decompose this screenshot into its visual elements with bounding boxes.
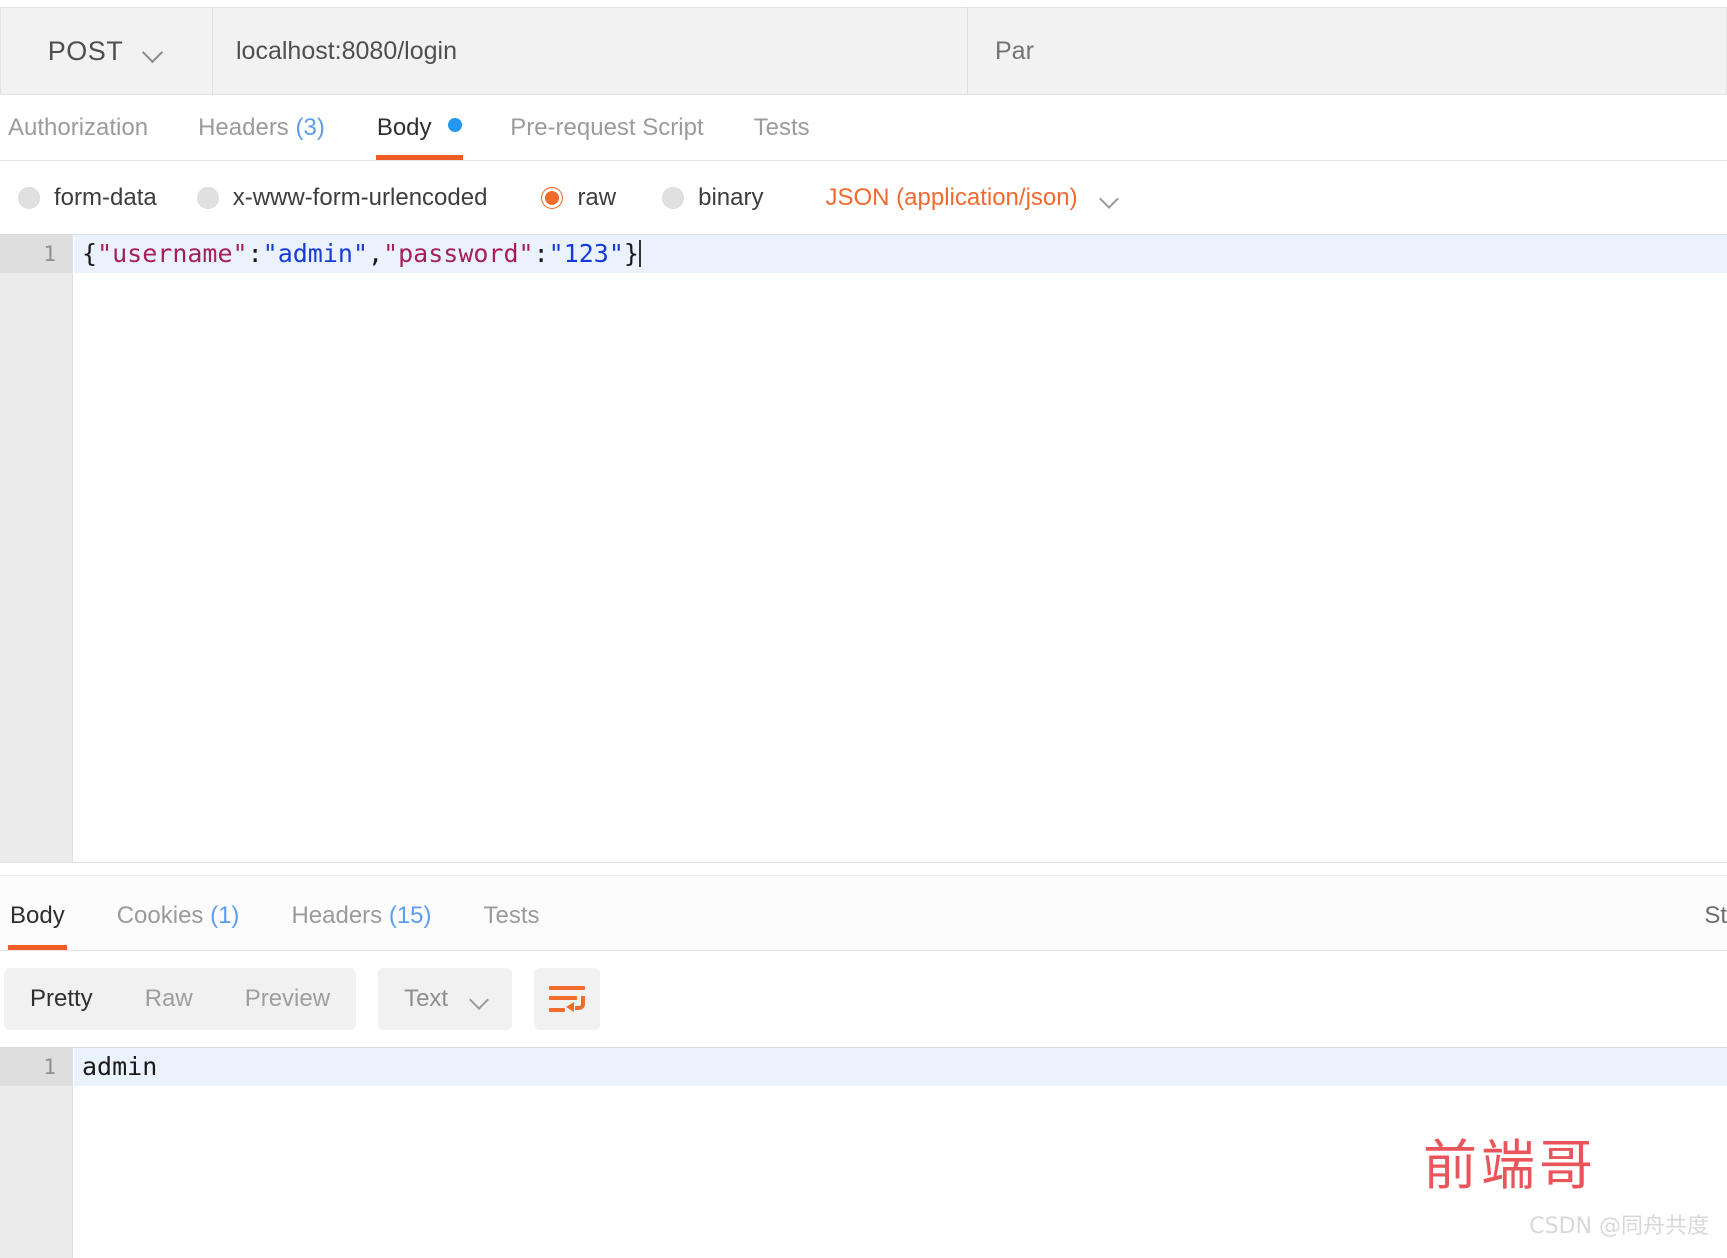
body-mode-row: form-data x-www-form-urlencoded raw bina… — [0, 161, 1727, 234]
request-tab-bar: Authorization Headers (3) Body Pre-reque… — [0, 95, 1727, 161]
http-method-selector[interactable]: POST — [0, 7, 212, 95]
view-mode-pretty[interactable]: Pretty — [4, 968, 119, 1030]
response-format-label: Text — [404, 985, 449, 1012]
request-editor-code-area[interactable]: {"username":"admin","password":"123"} — [74, 235, 1727, 862]
request-line-number: 1 — [0, 235, 72, 273]
tab-pre-request-script-label: Pre-request Script — [510, 114, 704, 141]
view-mode-raw[interactable]: Raw — [119, 968, 219, 1030]
response-view-mode-group: Pretty Raw Preview — [4, 968, 357, 1030]
watermark-main: 前端哥 — [1423, 1134, 1597, 1197]
panel-splitter[interactable] — [0, 862, 1727, 876]
chevron-down-icon — [470, 993, 490, 1005]
params-button[interactable]: Par — [968, 7, 1727, 95]
response-tab-tests[interactable]: Tests — [484, 902, 540, 950]
body-mode-urlencoded[interactable]: x-www-form-urlencoded — [196, 183, 488, 212]
response-tab-body[interactable]: Body — [8, 902, 67, 950]
tab-tests-label: Tests — [753, 114, 810, 141]
response-tab-cookies-label: Cookies — [116, 902, 204, 929]
request-url-value: localhost:8080/login — [236, 36, 457, 65]
body-mode-raw[interactable]: raw — [541, 184, 616, 212]
response-toolbar: Pretty Raw Preview Text — [0, 951, 1727, 1047]
http-method-label: POST — [47, 35, 124, 66]
response-tab-cookies[interactable]: Cookies (1) — [117, 902, 240, 950]
response-tab-headers-label: Headers — [291, 902, 383, 929]
json-close-brace: } — [623, 239, 639, 268]
body-mode-raw-label: raw — [577, 183, 617, 211]
request-editor-gutter: 1 — [0, 235, 73, 862]
json-colon-2: : — [533, 239, 549, 268]
body-mode-binary-label: binary — [698, 183, 764, 211]
watermark-attribution: CSDN @同舟共度 — [1529, 1214, 1709, 1239]
request-url-bar: POST localhost:8080/login Par — [0, 0, 1727, 95]
params-button-label: Par — [995, 36, 1034, 65]
tab-authorization-label: Authorization — [8, 114, 149, 141]
view-mode-raw-label: Raw — [144, 985, 193, 1012]
response-editor-gutter: 1 — [0, 1048, 73, 1258]
body-modified-dot-icon — [448, 118, 463, 132]
json-key-password: "password" — [383, 239, 534, 268]
request-editor-line-1[interactable]: {"username":"admin","password":"123"} — [74, 235, 1727, 273]
radio-icon[interactable] — [196, 186, 219, 209]
request-editor-empty-space[interactable] — [74, 273, 1727, 862]
view-mode-preview[interactable]: Preview — [219, 968, 356, 1030]
word-wrap-toggle-button[interactable] — [534, 968, 601, 1030]
body-mode-binary[interactable]: binary — [662, 184, 763, 212]
body-format-label: JSON (application/json) — [825, 183, 1078, 211]
json-comma: , — [368, 239, 384, 268]
json-key-username: "username" — [97, 239, 248, 268]
tab-pre-request-script[interactable]: Pre-request Script — [510, 114, 703, 160]
json-colon-1: : — [247, 239, 263, 268]
response-tab-body-label: Body — [10, 902, 65, 929]
request-body-editor[interactable]: 1 {"username":"admin","password":"123"} — [0, 234, 1727, 862]
chevron-down-icon — [143, 45, 165, 58]
response-tab-bar: Body Cookies (1) Headers (15) Tests St — [0, 876, 1727, 951]
response-tab-headers-count: (15) — [388, 902, 432, 929]
postman-request-response-panel: POST localhost:8080/login Par Authorizat… — [0, 0, 1727, 1258]
body-format-selector[interactable]: JSON (application/json) — [825, 184, 1119, 212]
response-tab-headers[interactable]: Headers (15) — [291, 902, 431, 950]
word-wrap-icon — [549, 984, 586, 1014]
response-tab-tests-label: Tests — [483, 902, 540, 929]
radio-selected-icon[interactable] — [541, 186, 564, 209]
view-mode-pretty-label: Pretty — [30, 985, 93, 1012]
tab-body-label: Body — [376, 114, 432, 141]
json-value-123: "123" — [548, 239, 624, 268]
tab-authorization[interactable]: Authorization — [8, 114, 148, 160]
body-mode-form-data-label: form-data — [54, 183, 157, 211]
body-mode-urlencoded-label: x-www-form-urlencoded — [232, 183, 488, 211]
view-mode-preview-label: Preview — [244, 985, 331, 1012]
response-editor-line-1: admin — [74, 1048, 1727, 1086]
chevron-down-icon — [1100, 192, 1120, 204]
response-format-selector[interactable]: Text — [378, 968, 513, 1030]
radio-icon[interactable] — [18, 186, 40, 209]
body-mode-form-data[interactable]: form-data — [18, 184, 157, 212]
json-open-brace: { — [82, 239, 98, 268]
json-value-admin: "admin" — [262, 239, 368, 268]
tab-headers-count: (3) — [295, 114, 325, 141]
text-cursor — [638, 240, 641, 267]
response-line-number: 1 — [0, 1048, 72, 1086]
tab-headers[interactable]: Headers (3) — [198, 114, 325, 160]
tab-headers-label: Headers — [198, 114, 289, 141]
request-url-input[interactable]: localhost:8080/login — [212, 7, 968, 95]
tab-tests[interactable]: Tests — [754, 114, 810, 160]
response-tab-cookies-count: (1) — [210, 902, 240, 929]
response-status-text: St — [1704, 902, 1727, 929]
radio-icon[interactable] — [662, 186, 685, 209]
tab-body[interactable]: Body — [375, 114, 464, 160]
